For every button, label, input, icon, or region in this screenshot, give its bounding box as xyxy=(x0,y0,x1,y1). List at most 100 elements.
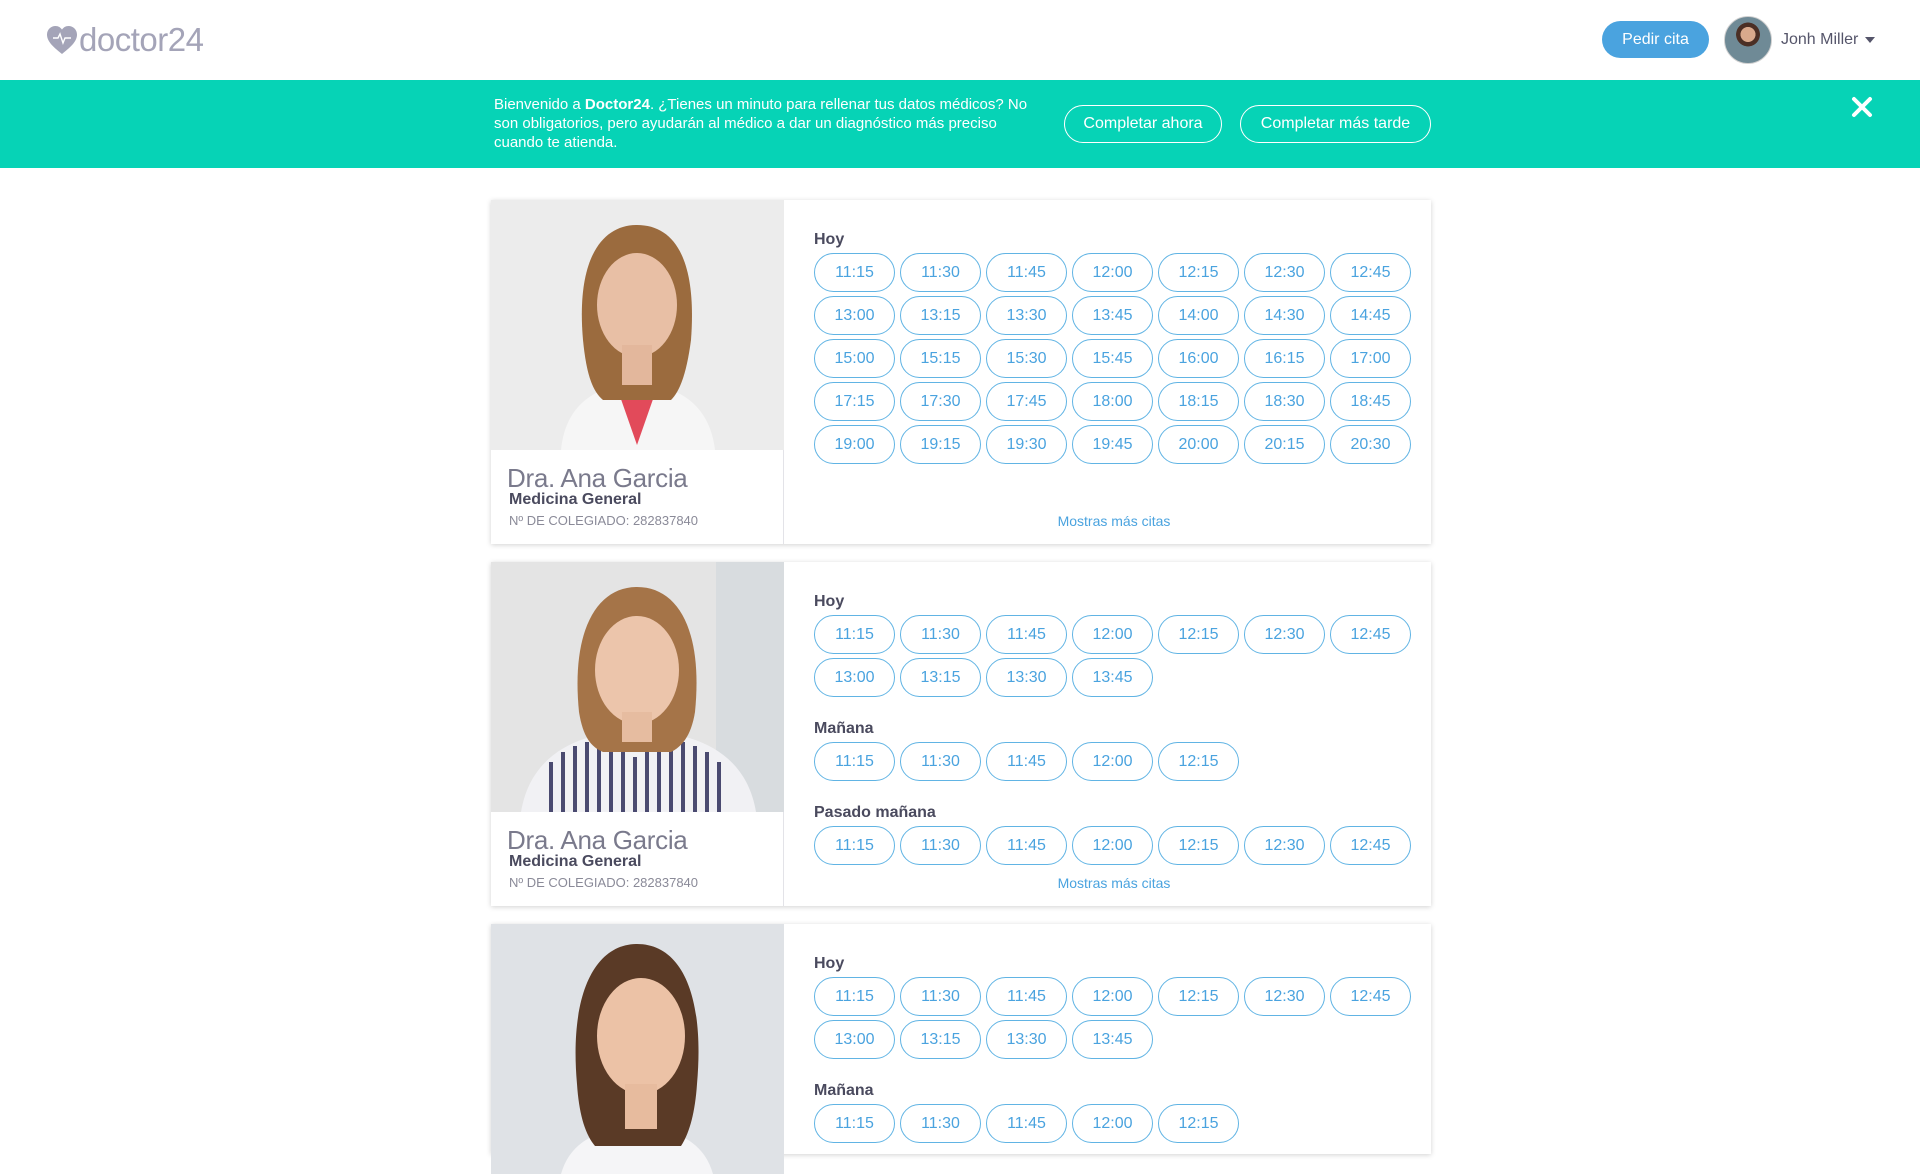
time-slot-button[interactable]: 12:45 xyxy=(1330,977,1411,1016)
doctor-specialty: Medicina General xyxy=(509,491,642,508)
time-slot-button[interactable]: 11:30 xyxy=(900,1104,981,1143)
more-appointments-link[interactable]: Mostras más citas xyxy=(814,875,1414,891)
doctor-license: Nº DE COLEGIADO: 282837840 xyxy=(509,875,699,890)
appointment-slots: Hoy 11:15 11:30 11:45 12:00 12:15 12:30 12:45 13… xyxy=(814,592,1414,887)
time-slot-button[interactable]: 19:45 xyxy=(1072,425,1153,464)
time-slot-button[interactable]: 20:30 xyxy=(1330,425,1411,464)
time-slot-button[interactable]: 12:00 xyxy=(1072,826,1153,865)
time-slot-button[interactable]: 11:45 xyxy=(986,1104,1067,1143)
time-slot-button[interactable]: 11:30 xyxy=(900,615,981,654)
time-slot-button[interactable]: 18:45 xyxy=(1330,382,1411,421)
time-slot-button[interactable]: 13:30 xyxy=(986,658,1067,697)
time-slot-button[interactable]: 12:45 xyxy=(1330,826,1411,865)
time-slot-button[interactable]: 15:00 xyxy=(814,339,895,378)
time-slot-button[interactable]: 11:30 xyxy=(900,977,981,1016)
time-slot-button[interactable]: 17:30 xyxy=(900,382,981,421)
day-label: Mañana xyxy=(814,1082,874,1099)
complete-later-button[interactable]: Completar más tarde xyxy=(1240,105,1431,143)
time-slot-button[interactable]: 12:00 xyxy=(1072,1104,1153,1143)
doctor-card: Hoy 11:15 11:30 11:45 12:00 12:15 12:30 12:45 13… xyxy=(491,924,1431,1174)
time-slot-button[interactable]: 11:45 xyxy=(986,826,1067,865)
time-slot-button[interactable]: 11:15 xyxy=(814,615,895,654)
time-slot-button[interactable]: 12:30 xyxy=(1244,253,1325,292)
time-slot-button[interactable]: 13:15 xyxy=(900,296,981,335)
time-slot-button[interactable]: 19:15 xyxy=(900,425,981,464)
time-slot-button[interactable]: 12:15 xyxy=(1158,826,1239,865)
time-slot-button[interactable]: 17:00 xyxy=(1330,339,1411,378)
doctor-photo xyxy=(491,200,784,450)
time-slot-button[interactable]: 18:15 xyxy=(1158,382,1239,421)
time-slot-button[interactable]: 13:45 xyxy=(1072,658,1153,697)
time-slot-button[interactable]: 16:15 xyxy=(1244,339,1325,378)
time-slot-button[interactable]: 11:30 xyxy=(900,253,981,292)
close-icon[interactable] xyxy=(1851,96,1873,118)
banner-text-pre: Bienvenido a xyxy=(494,96,585,113)
time-slot-button[interactable]: 11:30 xyxy=(900,742,981,781)
user-menu[interactable]: Jonh Miller xyxy=(1724,16,1876,64)
logo[interactable]: doctor24 xyxy=(46,20,204,60)
time-slot-button[interactable]: 12:00 xyxy=(1072,253,1153,292)
day-block: Pasado mañana 11:15 11:30 11:45 12:00 12:15 12… xyxy=(814,803,1414,869)
time-slot-button[interactable]: 13:30 xyxy=(986,1020,1067,1059)
time-slot-button[interactable]: 18:00 xyxy=(1072,382,1153,421)
day-block: Hoy 11:15 11:30 11:45 12:00 12:15 12:30 12:45 13… xyxy=(814,592,1414,701)
time-slot-button[interactable]: 11:15 xyxy=(814,742,895,781)
time-slot-button[interactable]: 13:45 xyxy=(1072,296,1153,335)
time-slot-button[interactable]: 11:15 xyxy=(814,977,895,1016)
time-slot-button[interactable]: 12:00 xyxy=(1072,977,1153,1016)
time-slot-button[interactable]: 13:00 xyxy=(814,1020,895,1059)
time-slot-button[interactable]: 11:45 xyxy=(986,977,1067,1016)
slot-grid: 11:15 11:30 11:45 12:00 12:15 12:30 12:45 xyxy=(814,826,1414,869)
time-slot-button[interactable]: 17:45 xyxy=(986,382,1067,421)
time-slot-button[interactable]: 12:00 xyxy=(1072,615,1153,654)
day-label: Hoy xyxy=(814,231,845,248)
time-slot-button[interactable]: 15:45 xyxy=(1072,339,1153,378)
avatar xyxy=(1724,16,1772,64)
time-slot-button[interactable]: 19:00 xyxy=(814,425,895,464)
time-slot-button[interactable]: 12:15 xyxy=(1158,253,1239,292)
doctor-profile xyxy=(491,924,784,1174)
request-appointment-button[interactable]: Pedir cita xyxy=(1602,21,1709,58)
time-slot-button[interactable]: 12:45 xyxy=(1330,253,1411,292)
time-slot-button[interactable]: 12:15 xyxy=(1158,742,1239,781)
time-slot-button[interactable]: 11:15 xyxy=(814,1104,895,1143)
time-slot-button[interactable]: 11:30 xyxy=(900,826,981,865)
time-slot-button[interactable]: 19:30 xyxy=(986,425,1067,464)
time-slot-button[interactable]: 12:15 xyxy=(1158,1104,1239,1143)
time-slot-button[interactable]: 13:00 xyxy=(814,296,895,335)
time-slot-button[interactable]: 16:00 xyxy=(1158,339,1239,378)
time-slot-button[interactable]: 14:00 xyxy=(1158,296,1239,335)
time-slot-button[interactable]: 13:15 xyxy=(900,1020,981,1059)
time-slot-button[interactable]: 11:45 xyxy=(986,742,1067,781)
day-label: Mañana xyxy=(814,720,874,737)
time-slot-button[interactable]: 20:00 xyxy=(1158,425,1239,464)
time-slot-button[interactable]: 13:45 xyxy=(1072,1020,1153,1059)
more-appointments-link[interactable]: Mostras más citas xyxy=(814,513,1414,529)
complete-now-button[interactable]: Completar ahora xyxy=(1064,105,1222,143)
time-slot-button[interactable]: 11:45 xyxy=(986,615,1067,654)
time-slot-button[interactable]: 15:15 xyxy=(900,339,981,378)
time-slot-button[interactable]: 12:15 xyxy=(1158,615,1239,654)
time-slot-button[interactable]: 14:30 xyxy=(1244,296,1325,335)
time-slot-button[interactable]: 20:15 xyxy=(1244,425,1325,464)
time-slot-button[interactable]: 17:15 xyxy=(814,382,895,421)
appointment-slots: Hoy 11:15 11:30 11:45 12:00 12:15 12:30 12:45 13… xyxy=(814,954,1414,1165)
time-slot-button[interactable]: 15:30 xyxy=(986,339,1067,378)
time-slot-button[interactable]: 13:15 xyxy=(900,658,981,697)
time-slot-button[interactable]: 12:45 xyxy=(1330,615,1411,654)
time-slot-button[interactable]: 12:00 xyxy=(1072,742,1153,781)
time-slot-button[interactable]: 11:15 xyxy=(814,253,895,292)
time-slot-button[interactable]: 12:30 xyxy=(1244,977,1325,1016)
time-slot-button[interactable]: 11:15 xyxy=(814,826,895,865)
user-name: Jonh Miller xyxy=(1781,31,1859,48)
time-slot-button[interactable]: 14:45 xyxy=(1330,296,1411,335)
time-slot-button[interactable]: 13:00 xyxy=(814,658,895,697)
time-slot-button[interactable]: 12:30 xyxy=(1244,615,1325,654)
time-slot-button[interactable]: 12:30 xyxy=(1244,826,1325,865)
welcome-banner: Bienvenido a Doctor24. ¿Tienes un minuto… xyxy=(0,80,1920,168)
time-slot-button[interactable]: 13:30 xyxy=(986,296,1067,335)
slot-grid: 11:15 11:30 11:45 12:00 12:15 xyxy=(814,1104,1414,1147)
time-slot-button[interactable]: 18:30 xyxy=(1244,382,1325,421)
time-slot-button[interactable]: 12:15 xyxy=(1158,977,1239,1016)
time-slot-button[interactable]: 11:45 xyxy=(986,253,1067,292)
